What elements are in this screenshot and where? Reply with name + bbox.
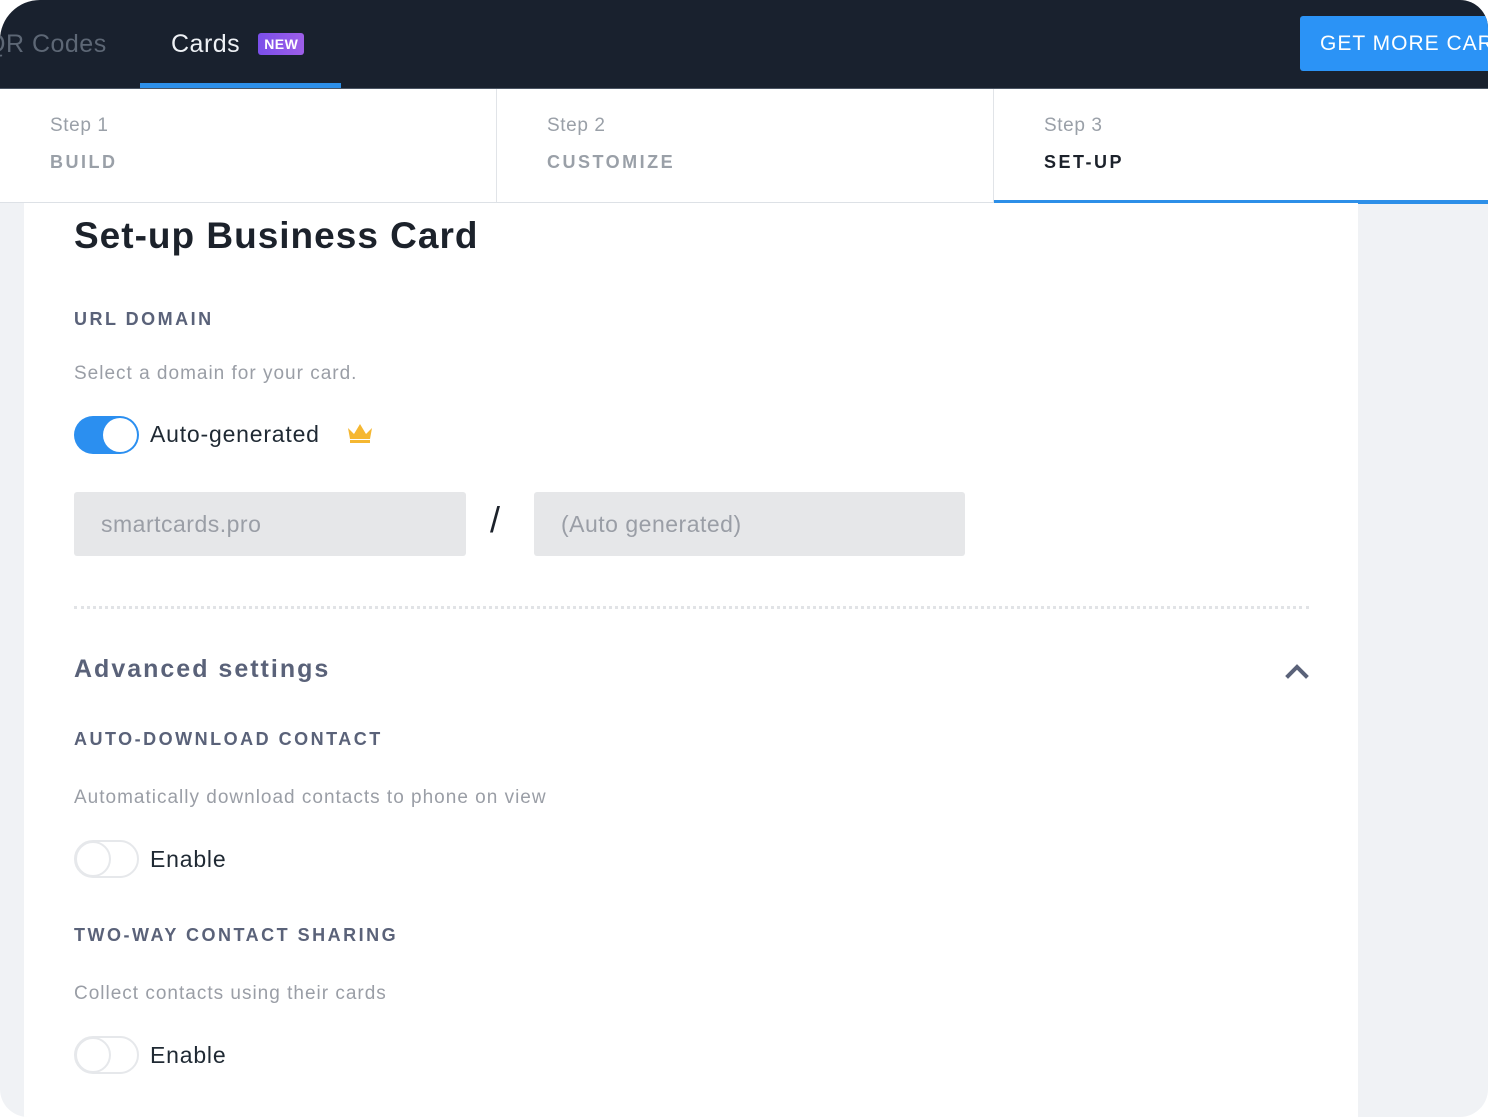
auto-generated-toggle[interactable] xyxy=(74,416,139,454)
toggle-knob xyxy=(103,418,137,452)
active-tab-indicator xyxy=(140,83,341,88)
chevron-up-icon[interactable] xyxy=(1284,661,1310,681)
nav-tab-qr-codes[interactable]: QR Codes xyxy=(0,0,107,88)
advanced-settings-title[interactable]: Advanced settings xyxy=(74,655,330,684)
app-window: QR Codes Cards NEW GET MORE CARDS Step 1… xyxy=(0,0,1488,1117)
crown-icon xyxy=(348,424,372,443)
two-way-sharing-toggle[interactable] xyxy=(74,1036,139,1074)
auto-download-enable-label: Enable xyxy=(150,846,227,872)
two-way-sharing-description: Collect contacts using their cards xyxy=(74,983,387,1004)
auto-generated-label: Auto-generated xyxy=(150,421,320,447)
nav-tab-label: QR Codes xyxy=(0,29,107,58)
get-more-cards-button[interactable]: GET MORE CARDS xyxy=(1300,16,1488,71)
step-label: SET-UP xyxy=(1044,152,1125,172)
page-title: Set-up Business Card xyxy=(74,215,479,256)
stepper: Step 1 BUILD Step 2 CUSTOMIZE Step 3 SET… xyxy=(0,89,1488,204)
step-setup[interactable]: Step 3 SET-UP xyxy=(994,89,1488,204)
url-domain-heading: URL DOMAIN xyxy=(74,309,214,329)
top-nav: QR Codes Cards NEW GET MORE CARDS xyxy=(0,0,1488,89)
setup-card: Set-up Business Card URL DOMAIN Select a… xyxy=(24,203,1358,1117)
two-way-sharing-heading: TWO-WAY CONTACT SHARING xyxy=(74,925,399,945)
two-way-sharing-enable-label: Enable xyxy=(150,1042,227,1068)
nav-tab-cards[interactable]: Cards NEW xyxy=(140,0,341,88)
step-number: Step 1 xyxy=(50,115,109,136)
domain-select[interactable]: smartcards.pro xyxy=(74,492,466,556)
domain-value: smartcards.pro xyxy=(101,510,262,537)
step-label: BUILD xyxy=(50,152,118,172)
auto-download-toggle[interactable] xyxy=(74,840,139,878)
auto-download-heading: AUTO-DOWNLOAD CONTACT xyxy=(74,729,383,749)
step-label: CUSTOMIZE xyxy=(547,152,676,172)
new-badge: NEW xyxy=(258,33,305,55)
step-customize[interactable]: Step 2 CUSTOMIZE xyxy=(497,89,994,202)
auto-download-description: Automatically download contacts to phone… xyxy=(74,787,547,808)
slug-input[interactable]: (Auto generated) xyxy=(534,492,965,556)
url-domain-description: Select a domain for your card. xyxy=(74,363,358,384)
step-build[interactable]: Step 1 BUILD xyxy=(0,89,497,202)
url-separator: / xyxy=(490,499,501,540)
step-number: Step 2 xyxy=(547,115,606,136)
section-divider xyxy=(74,606,1309,609)
toggle-knob xyxy=(75,1037,111,1073)
slug-placeholder: (Auto generated) xyxy=(561,510,742,537)
toggle-knob xyxy=(75,841,111,877)
step-number: Step 3 xyxy=(1044,115,1103,136)
nav-tab-label: Cards xyxy=(171,29,241,58)
